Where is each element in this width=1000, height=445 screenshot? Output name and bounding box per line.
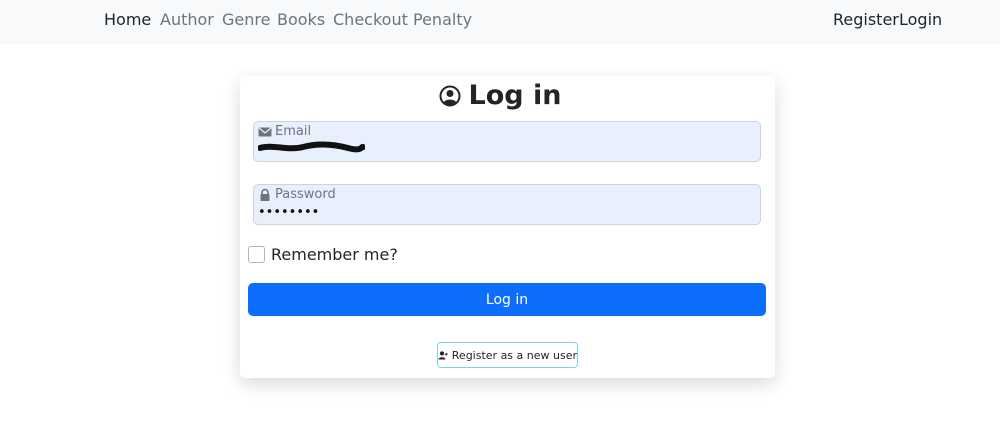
remember-me-row[interactable]: Remember me? <box>248 243 398 265</box>
email-label: Email <box>275 124 312 139</box>
nav-home-link[interactable]: Home <box>104 10 151 30</box>
password-field[interactable]: Password •••••••• <box>253 184 761 225</box>
password-value: •••••••• <box>258 205 320 220</box>
lock-icon <box>260 188 270 201</box>
login-heading: Log in <box>0 78 1000 114</box>
nav-penalty-link[interactable]: Penalty <box>413 10 472 30</box>
nav-genre-link[interactable]: Genre <box>222 10 270 30</box>
remember-me-checkbox[interactable] <box>248 245 265 263</box>
nav-author-link[interactable]: Author <box>160 10 214 30</box>
register-new-user-label: Register as a new user <box>451 348 577 362</box>
user-plus-icon <box>438 350 448 360</box>
redaction-scribble <box>258 141 365 153</box>
user-circle-icon <box>439 85 461 107</box>
remember-me-label: Remember me? <box>271 244 398 264</box>
register-new-user-button[interactable]: Register as a new user <box>437 342 578 368</box>
nav-books-link[interactable]: Books <box>277 10 325 30</box>
email-field[interactable]: Email <box>253 121 761 162</box>
top-navbar: Home Author Genre Books Checkout Penalty… <box>0 0 1000 44</box>
nav-login-link[interactable]: Login <box>899 10 942 30</box>
nav-checkout-link[interactable]: Checkout <box>333 10 408 30</box>
page-title: Log in <box>468 80 562 111</box>
password-label: Password <box>275 187 336 202</box>
envelope-icon <box>258 127 272 137</box>
nav-register-link[interactable]: Register <box>833 10 899 30</box>
login-button[interactable]: Log in <box>248 283 766 316</box>
